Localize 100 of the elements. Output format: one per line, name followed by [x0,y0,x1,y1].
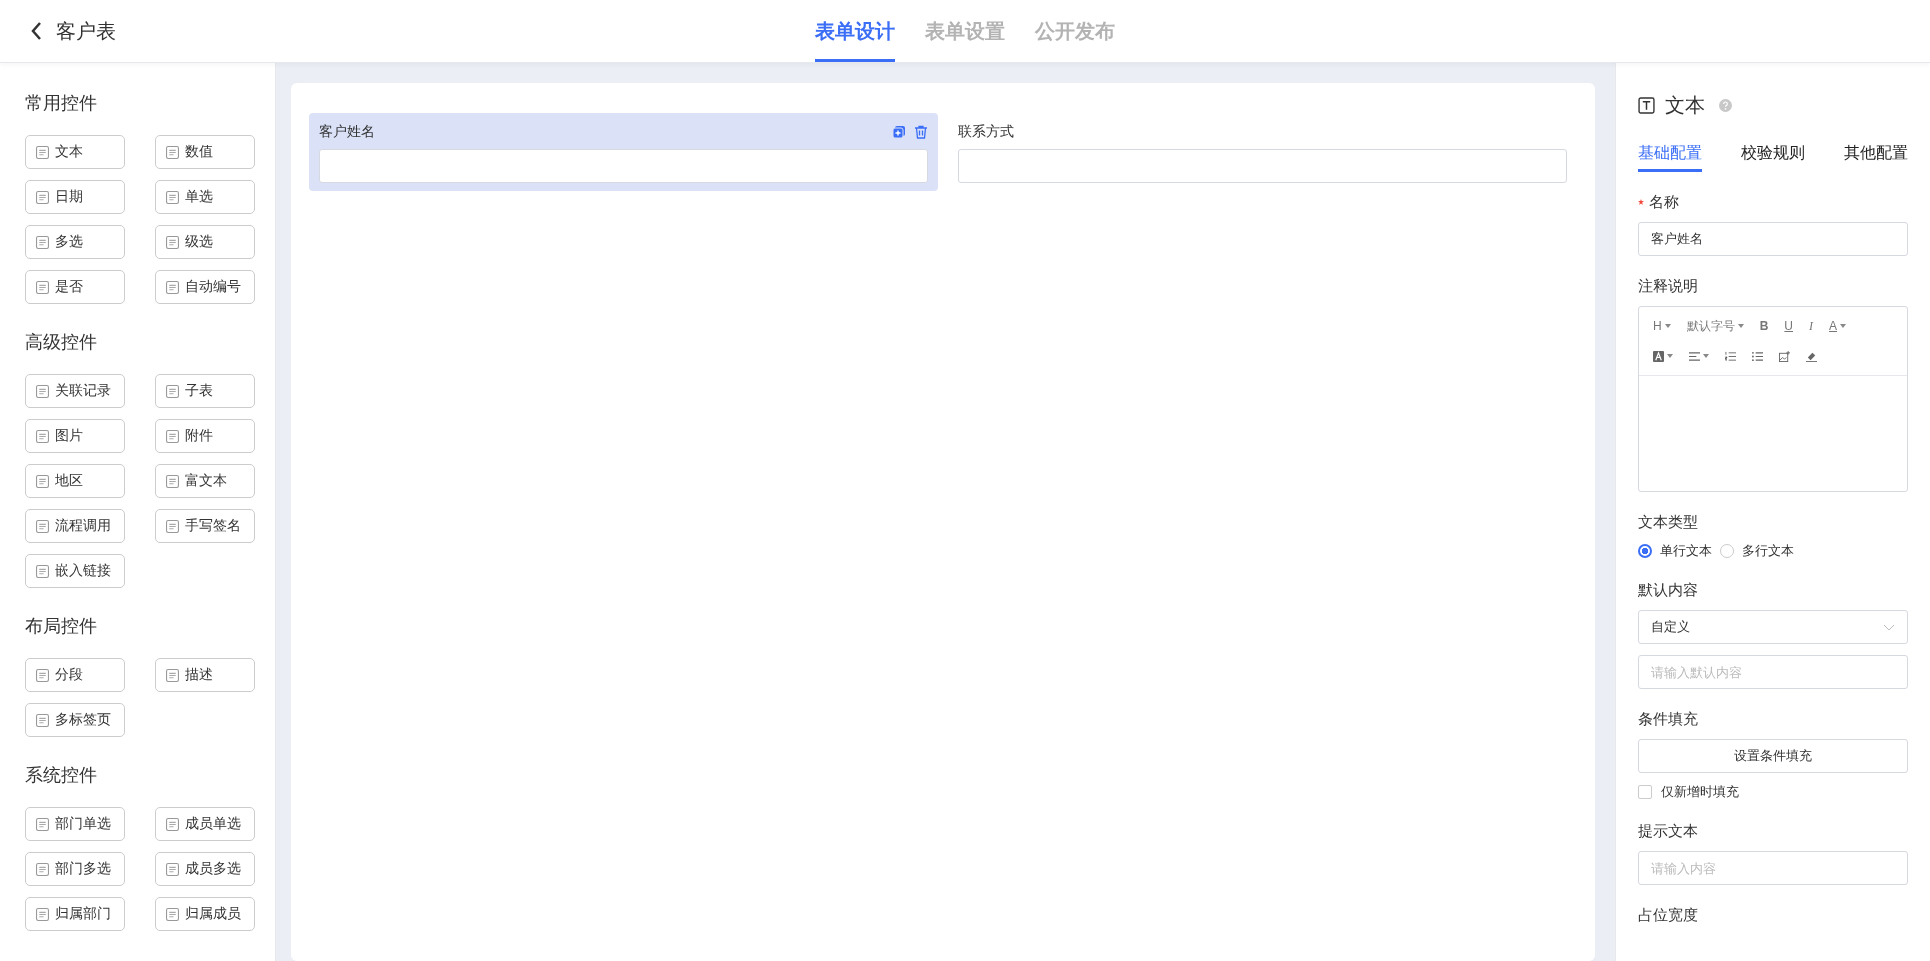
field-label: 文本类型 [1638,512,1698,532]
control-button[interactable]: 富文本 [155,464,255,498]
default-select[interactable]: 自定义 [1638,610,1908,644]
field-label: 默认内容 [1638,580,1698,600]
field-label: 占位宽度 [1638,905,1698,925]
control-button[interactable]: 多标签页 [25,703,125,737]
field-type-icon [36,713,49,727]
section-heading: 常用控件 [25,92,98,115]
checkbox-label[interactable]: 仅新增时填充 [1661,783,1739,801]
field-type-icon [166,384,179,398]
field-type-icon [166,190,179,204]
control-button[interactable]: 分段 [25,658,125,692]
selected-field[interactable]: 客户姓名 [309,113,938,191]
control-button[interactable]: 嵌入链接 [25,554,125,588]
color-tool[interactable]: A [1829,319,1838,333]
field-label: 客户姓名 [319,123,375,141]
control-button[interactable]: 自动编号 [155,270,255,304]
control-button[interactable]: 日期 [25,180,125,214]
field-label: 提示文本 [1638,821,1698,841]
control-button[interactable]: 成员单选 [155,807,255,841]
control-button[interactable]: 流程调用 [25,509,125,543]
section-heading: 高级控件 [25,331,98,354]
name-input[interactable]: 客户姓名 [1638,222,1908,256]
field-type-icon [36,474,49,488]
control-button[interactable]: 地区 [25,464,125,498]
field-type-icon [166,817,179,831]
field-type-icon [36,145,49,159]
radio-label[interactable]: 多行文本 [1742,542,1794,560]
highlight-icon[interactable] [1653,350,1664,362]
control-button[interactable]: 部门单选 [25,807,125,841]
control-button[interactable]: 级选 [155,225,255,259]
bold-tool[interactable]: B [1759,319,1769,333]
back-icon[interactable] [30,21,42,41]
control-button[interactable]: 数值 [155,135,255,169]
section-heading: 系统控件 [25,764,98,787]
control-button[interactable]: 部门多选 [25,852,125,886]
eraser-icon[interactable] [1806,350,1817,362]
radio-label[interactable]: 单行文本 [1660,542,1712,560]
control-button[interactable]: 附件 [155,419,255,453]
align-icon[interactable] [1689,350,1700,362]
field-type-icon [166,280,179,294]
control-button[interactable]: 文本 [25,135,125,169]
control-button[interactable]: 关联记录 [25,374,125,408]
control-button[interactable]: 子表 [155,374,255,408]
field-type-icon [36,190,49,204]
config-tab[interactable]: 校验规则 [1741,143,1805,172]
field-type-icon [36,668,49,682]
page-title: 客户表 [56,18,116,44]
copy-icon[interactable] [892,125,906,139]
field-type-icon [36,235,49,249]
field-type-icon [36,384,49,398]
bullet-list-icon[interactable] [1752,350,1763,362]
field-label: 名称 [1649,192,1679,212]
field-type-icon [166,668,179,682]
text-input[interactable] [958,149,1567,183]
field-label: 联系方式 [958,123,1014,141]
condition-button[interactable]: 设置条件填充 [1638,739,1908,773]
field-type-icon [166,235,179,249]
field-type-icon [36,817,49,831]
control-button[interactable]: 是否 [25,270,125,304]
field-type-icon [166,907,179,921]
control-button[interactable]: 图片 [25,419,125,453]
field-label: 条件填充 [1638,709,1698,729]
field-type-icon [36,519,49,533]
field-type-icon [36,862,49,876]
panel-title: 文本 [1665,92,1705,118]
underline-tool[interactable]: U [1784,319,1793,333]
control-button[interactable]: 成员多选 [155,852,255,886]
rich-text-editor[interactable]: H 默认字号 B U I A [1638,306,1908,492]
field-type-icon [166,145,179,159]
text-field-icon [1638,96,1655,114]
radio-button[interactable] [1638,544,1652,558]
control-button[interactable]: 描述 [155,658,255,692]
control-button[interactable]: 归属部门 [25,897,125,931]
italic-tool[interactable]: I [1809,318,1813,334]
delete-icon[interactable] [914,125,928,139]
form-field[interactable]: 联系方式 [948,113,1577,191]
checkbox[interactable] [1638,785,1652,799]
control-button[interactable]: 手写签名 [155,509,255,543]
field-type-icon [36,280,49,294]
field-type-icon [166,519,179,533]
control-button[interactable]: 单选 [155,180,255,214]
field-type-icon [36,907,49,921]
control-button[interactable]: 多选 [25,225,125,259]
heading-tool[interactable]: H [1653,319,1662,333]
config-tab[interactable]: 基础配置 [1638,143,1702,172]
field-type-icon [36,429,49,443]
default-input[interactable]: 请输入默认内容 [1638,655,1908,689]
image-icon[interactable] [1779,350,1790,362]
numbered-list-icon[interactable] [1725,350,1736,362]
field-type-icon [166,862,179,876]
config-tab[interactable]: 其他配置 [1844,143,1908,172]
hint-input[interactable]: 请输入内容 [1638,851,1908,885]
size-tool[interactable]: 默认字号 [1686,317,1735,335]
control-button[interactable]: 归属成员 [155,897,255,931]
field-type-icon [166,474,179,488]
field-label: 注释说明 [1638,276,1698,296]
field-type-icon [166,429,179,443]
text-input[interactable] [319,149,928,183]
section-heading: 布局控件 [25,615,98,638]
